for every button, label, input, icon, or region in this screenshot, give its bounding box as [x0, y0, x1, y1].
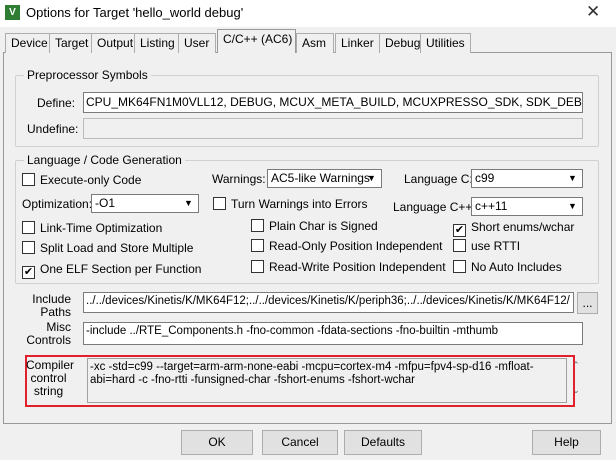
- no-auto-includes-checkbox[interactable]: No Auto Includes: [453, 260, 562, 274]
- language-c-select[interactable]: c99 ▼: [471, 169, 583, 188]
- tab-asm[interactable]: Asm: [296, 33, 334, 53]
- ok-button[interactable]: OK: [181, 430, 253, 455]
- defaults-button[interactable]: Defaults: [344, 430, 422, 455]
- checkbox-box[interactable]: [251, 219, 264, 232]
- rtti-label: use RTTI: [471, 239, 521, 253]
- app-icon: V: [5, 5, 20, 20]
- no-auto-includes-label: No Auto Includes: [471, 260, 562, 274]
- short-enums-label: Short enums/wchar: [471, 220, 575, 234]
- misc-controls-input[interactable]: -include ../RTE_Components.h -fno-common…: [83, 322, 583, 345]
- split-load-checkbox[interactable]: Split Load and Store Multiple: [22, 241, 193, 255]
- ropi-checkbox[interactable]: Read-Only Position Independent: [251, 239, 442, 253]
- tab-device[interactable]: Device: [5, 33, 54, 53]
- close-icon[interactable]: ✕: [586, 2, 600, 22]
- chevron-down-icon[interactable]: ▼: [565, 199, 580, 214]
- checkbox-box[interactable]: [22, 221, 35, 234]
- scrollbar[interactable]: ⌃ ⌄: [569, 360, 583, 404]
- execute-only-checkbox[interactable]: Execute-only Code: [22, 173, 141, 187]
- browse-include-button[interactable]: ...: [577, 292, 598, 314]
- language-cpp-label: Language C++:: [393, 200, 476, 214]
- ropi-label: Read-Only Position Independent: [269, 239, 443, 253]
- preprocessor-title: Preprocessor Symbols: [24, 68, 151, 82]
- tab-user[interactable]: User: [178, 33, 216, 53]
- tab-output[interactable]: Output: [91, 33, 140, 53]
- window-title: Options for Target 'hello_world debug': [26, 5, 244, 20]
- turn-warnings-errors-checkbox[interactable]: Turn Warnings into Errors: [213, 197, 367, 211]
- rwpi-checkbox[interactable]: Read-Write Position Independent: [251, 260, 446, 274]
- optimization-label: Optimization:: [22, 197, 93, 211]
- chevron-down-icon[interactable]: ▼: [565, 171, 580, 186]
- tab-c-cpp-ac6[interactable]: C/C++ (AC6): [217, 29, 296, 53]
- define-label: Define:: [37, 96, 76, 110]
- rtti-checkbox[interactable]: use RTTI: [453, 239, 520, 253]
- chevron-down-icon[interactable]: ▼: [181, 196, 196, 211]
- include-paths-label: Include Paths: [32, 292, 71, 319]
- help-button[interactable]: Help: [532, 430, 601, 455]
- optimization-select[interactable]: -O1 ▼: [91, 194, 199, 213]
- checkbox-box[interactable]: [453, 239, 466, 252]
- turn-warnings-errors-label: Turn Warnings into Errors: [231, 197, 368, 211]
- checkbox-box[interactable]: [251, 239, 264, 252]
- link-time-checkbox[interactable]: Link-Time Optimization: [22, 221, 162, 235]
- one-elf-label: One ELF Section per Function: [40, 262, 202, 276]
- checkmark-icon[interactable]: ✔: [453, 224, 466, 237]
- link-time-label: Link-Time Optimization: [40, 221, 163, 235]
- undefine-input[interactable]: [83, 118, 583, 139]
- checkbox-box[interactable]: [213, 197, 226, 210]
- checkmark-icon[interactable]: ✔: [22, 266, 35, 279]
- rwpi-label: Read-Write Position Independent: [269, 260, 446, 274]
- define-input[interactable]: CPU_MK64FN1M0VLL12, DEBUG, MCUX_META_BUI…: [83, 92, 583, 113]
- checkbox-box[interactable]: [251, 260, 264, 273]
- scroll-up-icon[interactable]: ⌃: [569, 360, 583, 371]
- cancel-button[interactable]: Cancel: [262, 430, 338, 455]
- execute-only-label: Execute-only Code: [40, 173, 142, 187]
- warnings-value: AC5-like Warnings: [271, 171, 370, 185]
- undefine-label: Undefine:: [27, 122, 79, 136]
- warnings-label: Warnings:: [212, 172, 266, 186]
- language-cpp-value: c++11: [475, 199, 508, 213]
- checkbox-box[interactable]: [22, 173, 35, 186]
- language-title: Language / Code Generation: [24, 153, 185, 167]
- tab-utilities[interactable]: Utilities: [420, 33, 471, 53]
- language-cpp-select[interactable]: c++11 ▼: [471, 197, 583, 216]
- one-elf-checkbox[interactable]: ✔ One ELF Section per Function: [22, 262, 201, 279]
- short-enums-checkbox[interactable]: ✔ Short enums/wchar: [453, 220, 574, 237]
- split-load-label: Split Load and Store Multiple: [40, 241, 194, 255]
- optimization-value: -O1: [95, 196, 116, 210]
- checkbox-box[interactable]: [453, 260, 466, 273]
- checkbox-box[interactable]: [22, 241, 35, 254]
- tab-target[interactable]: Target: [49, 33, 95, 53]
- plain-char-checkbox[interactable]: Plain Char is Signed: [251, 219, 378, 233]
- plain-char-label: Plain Char is Signed: [269, 219, 378, 233]
- include-paths-input[interactable]: ../../devices/Kinetis/K/MK64F12;../../de…: [83, 292, 574, 313]
- compiler-control-text: -xc -std=c99 --target=arm-arm-none-eabi …: [87, 358, 567, 403]
- misc-controls-label: Misc Controls: [26, 320, 71, 347]
- language-c-value: c99: [475, 171, 495, 185]
- compiler-control-label: Compiler control string: [26, 358, 75, 398]
- tab-listing[interactable]: Listing: [134, 33, 181, 53]
- warnings-select[interactable]: AC5-like Warnings ▼: [267, 169, 382, 188]
- tab-linker[interactable]: Linker: [335, 33, 380, 53]
- scroll-down-icon[interactable]: ⌄: [569, 385, 583, 396]
- language-c-label: Language C:: [404, 172, 473, 186]
- chevron-down-icon[interactable]: ▼: [364, 171, 379, 186]
